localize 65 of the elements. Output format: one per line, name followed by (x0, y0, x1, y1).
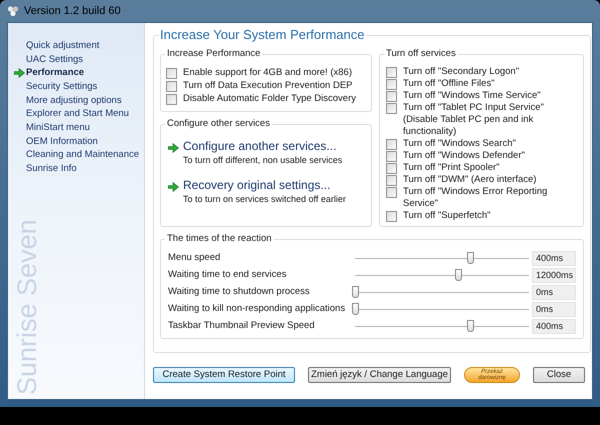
group-title: Configure other services (165, 118, 272, 130)
checkbox-label: Turn off "Offline Files" (403, 78, 495, 90)
sidebar-item[interactable]: OEM Information (26, 136, 98, 148)
setting-label: Taskbar Thumbnail Preview Speed (168, 319, 316, 334)
sidebar-item[interactable]: UAC Settings (26, 54, 84, 66)
sidebar-item[interactable]: Sunrise Info (26, 163, 77, 176)
action-button[interactable]: Zmień język / Change Language (308, 367, 451, 383)
checkbox[interactable] (386, 67, 397, 78)
value-field: 0ms (532, 285, 576, 300)
sidebar-item[interactable]: Security Settings (26, 80, 98, 93)
value-field: 0ms (532, 302, 576, 317)
checkbox[interactable] (386, 79, 397, 90)
checkbox[interactable] (386, 211, 397, 222)
slider-thumb[interactable] (352, 286, 359, 298)
checkbox[interactable] (386, 151, 397, 162)
arrow-icon (14, 68, 25, 78)
sidebar-item[interactable]: Cleaning and Maintenance (26, 149, 140, 162)
checkbox-label: Turn off Data Execution Prevention DEP (183, 80, 353, 92)
sidebar-item[interactable]: Quick adjustment (26, 40, 100, 52)
checkbox[interactable] (386, 163, 397, 174)
value-field: 12000ms (532, 268, 576, 283)
setting-label: Menu speed (168, 251, 222, 266)
sidebar-item[interactable]: Performance (26, 67, 84, 80)
slider-thumb[interactable] (466, 320, 474, 332)
checkbox[interactable] (386, 139, 397, 150)
checkbox-label: Turn off "Windows Error Reporting Service" (403, 186, 548, 210)
window-title: Version 1.2 build 60 (24, 4, 121, 19)
action-button[interactable]: Create System Restore Point (153, 367, 295, 383)
checkbox-label: Turn off "Windows Time Service" (403, 90, 541, 102)
slider-thumb[interactable] (352, 303, 359, 315)
value-field: 400ms (532, 319, 576, 334)
checkbox-label: Turn off "Print Spooler" (403, 162, 500, 174)
page-title: Increase Your System Performance (159, 27, 366, 43)
setting-label: Waiting time to end services (168, 268, 288, 282)
link-title[interactable]: Recovery original settings... (183, 178, 346, 193)
checkbox-label: Turn off "Windows Defender" (403, 150, 525, 162)
link-description: To to turn on services switched off earlier (183, 193, 346, 205)
sidebar-item[interactable]: Explorer and Start Menu (26, 108, 129, 120)
checkbox[interactable] (386, 175, 397, 186)
checkbox[interactable] (166, 94, 177, 105)
checkbox[interactable] (166, 81, 177, 92)
arrow-icon (168, 182, 179, 192)
checkbox-label: Turn off "Tablet PC Input Service" (Disable Tablet PC pen and ink functionality) (403, 102, 545, 138)
slider-thumb[interactable] (454, 269, 462, 281)
value-field: 400ms (532, 251, 576, 266)
sidebar-item[interactable]: More adjusting options (26, 94, 122, 107)
checkbox-label: Turn off "Superfetch" (403, 210, 491, 222)
sidebar-item[interactable]: MiniStart menu (26, 122, 90, 134)
checkbox[interactable] (386, 103, 397, 114)
app-icon (7, 5, 19, 17)
checkbox[interactable] (166, 68, 177, 79)
checkbox[interactable] (386, 187, 397, 198)
checkbox-label: Disable Automatic Folder Type Discovery (183, 93, 356, 105)
setting-label: Waiting time to shutdown process (168, 285, 311, 300)
checkbox-label: Turn off "Secondary Logon" (403, 66, 520, 78)
link-title[interactable]: Configure another services... (183, 139, 342, 154)
link-description: To turn off different, non usable services (183, 154, 342, 166)
close-button[interactable]: Close (533, 367, 585, 383)
checkbox-label: Turn off "DWM" (Aero interface) (403, 174, 536, 186)
checkbox-label: Turn off "Windows Search" (403, 138, 516, 150)
arrow-icon (168, 143, 179, 153)
setting-label: Waiting to kill non-responding applications (168, 302, 346, 316)
slider-thumb[interactable] (466, 252, 474, 264)
checkbox-label: Enable support for 4GB and more! (x86) (183, 67, 352, 79)
checkbox[interactable] (386, 91, 397, 102)
